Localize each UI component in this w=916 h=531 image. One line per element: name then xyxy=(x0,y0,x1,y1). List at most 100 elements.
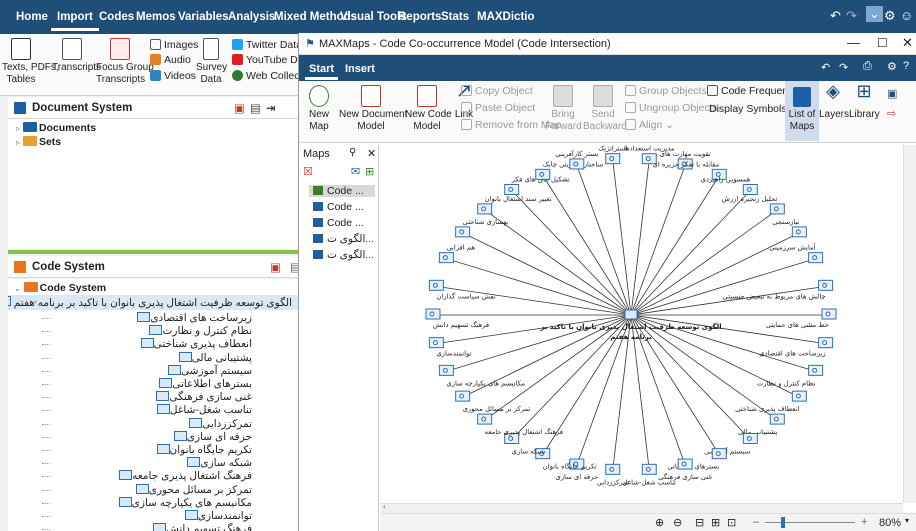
code-item[interactable]: نظام کنترل و نظارت xyxy=(42,325,252,337)
tree-item-parent-code[interactable]: ⌄ الگوی توسعه ظرفیت اشتغال پذیری بانوان … xyxy=(8,295,298,310)
code-item[interactable]: فرهنگ تسهیم دانش xyxy=(42,523,252,531)
map-link-line[interactable] xyxy=(630,258,816,316)
ungroup-objects-button[interactable]: Ungroup Objects xyxy=(625,102,718,114)
tree-item-sets[interactable]: ▹ Sets xyxy=(16,136,61,148)
undo-icon[interactable]: ↶ xyxy=(821,61,830,74)
map-list-item[interactable]: الگوی ت... xyxy=(313,249,374,261)
expand-icon[interactable]: ▹ xyxy=(16,138,20,147)
menu-variables[interactable]: Variables xyxy=(178,11,229,23)
menu-codes[interactable]: Codes xyxy=(99,11,134,23)
map-node-icon[interactable] xyxy=(455,390,471,402)
twitter-button[interactable]: Twitter Data xyxy=(232,39,302,51)
map-node-icon[interactable] xyxy=(742,184,758,196)
map-link-line[interactable] xyxy=(446,258,632,316)
paste-object-button[interactable]: Paste Object xyxy=(461,102,535,114)
map-list-item[interactable]: الگوی ت... xyxy=(313,233,374,245)
print-icon[interactable]: ⎙ xyxy=(863,60,872,73)
document-toolbar-icon[interactable]: ▣ xyxy=(234,101,245,115)
map-node-icon[interactable] xyxy=(428,279,444,291)
actual-size-icon[interactable]: ⊡ xyxy=(727,516,736,529)
map-node-icon[interactable] xyxy=(791,390,807,402)
layers-button[interactable]: ◈ Layers xyxy=(819,82,849,121)
settings-icon[interactable]: ⚙ xyxy=(887,60,897,73)
map-node-icon[interactable] xyxy=(438,252,454,264)
texts-pdfs-button[interactable]: Texts, PDFs, Tables xyxy=(2,38,59,86)
map-node-icon[interactable] xyxy=(605,463,621,475)
menu-import[interactable]: Import xyxy=(51,11,99,31)
code-item[interactable]: تناسب شغل-شاغل xyxy=(42,404,252,416)
new-document-model-button[interactable]: New Document Model xyxy=(339,85,407,133)
menu-analysis[interactable]: Analysis xyxy=(228,11,275,23)
map-node-icon[interactable] xyxy=(677,458,693,470)
copy-object-button[interactable]: Copy Object xyxy=(461,85,533,97)
zoom-out-small-icon[interactable]: – xyxy=(753,516,759,528)
zoom-dropdown-icon[interactable]: ▾ xyxy=(905,516,909,525)
bring-forward-button[interactable]: Bring Forward xyxy=(545,85,582,133)
import-toolbar-icon[interactable]: ⇥ xyxy=(266,101,276,115)
audio-button[interactable]: Audio xyxy=(150,54,191,66)
code-item[interactable]: حرفه ای سازی xyxy=(42,430,252,443)
map-link-line[interactable] xyxy=(542,175,632,316)
images-button[interactable]: Images xyxy=(150,39,198,51)
align-button[interactable]: Align ⌄ xyxy=(625,119,674,131)
menu-home[interactable]: Home xyxy=(16,11,48,23)
code-item[interactable]: فرهنگ اشتغال پذیری جامعه xyxy=(42,470,252,482)
menu-stats[interactable]: Stats xyxy=(441,11,469,23)
minimize-icon[interactable]: — xyxy=(847,35,860,50)
close-panel-icon[interactable]: ✕ xyxy=(367,147,376,160)
transcripts-button[interactable]: Transcripts xyxy=(52,38,101,74)
map-node-icon[interactable] xyxy=(742,432,758,444)
menu-reports[interactable]: Reports xyxy=(398,11,441,23)
menu-maxdictio[interactable]: MAXDictio xyxy=(477,11,535,23)
new-code-model-button[interactable]: New Code Model xyxy=(405,85,452,133)
tab-start[interactable]: Start xyxy=(304,63,339,80)
map-node-icon[interactable] xyxy=(769,413,785,425)
map-node-icon[interactable] xyxy=(504,184,520,196)
save-image-icon[interactable]: ▣ xyxy=(887,87,897,100)
map-node-icon[interactable] xyxy=(769,203,785,215)
code-item[interactable]: بسترهای اطلاعاتی xyxy=(42,378,252,390)
horizontal-scrollbar[interactable]: ‹ xyxy=(381,502,903,513)
redo-icon[interactable]: ↷ xyxy=(839,61,848,74)
gear-icon[interactable]: ⚙ xyxy=(884,8,896,24)
dropdown-icon[interactable]: ⌄ xyxy=(866,6,883,22)
code-item[interactable]: تمرکز بر مسائل محوری xyxy=(42,483,252,496)
map-node-icon[interactable] xyxy=(605,153,621,165)
add-map-icon[interactable]: ⊞ xyxy=(365,165,374,178)
library-button[interactable]: ⊞ Library xyxy=(849,82,880,121)
delete-map-icon[interactable]: ☒ xyxy=(303,165,313,178)
map-node-icon[interactable] xyxy=(428,337,444,349)
map-node-icon[interactable] xyxy=(477,413,493,425)
survey-data-button[interactable]: Survey Data xyxy=(196,38,227,86)
code-item[interactable]: پشتیبانی مالی xyxy=(42,351,252,364)
comment-icon[interactable]: ✉ xyxy=(351,165,360,178)
zoom-in-small-icon[interactable]: + xyxy=(861,516,867,528)
code-item[interactable]: توانمندسازی xyxy=(42,510,252,522)
fit-page-icon[interactable]: ⊞ xyxy=(711,516,720,529)
redo-icon[interactable]: ↷ xyxy=(846,8,857,24)
expand-icon[interactable]: ▹ xyxy=(16,124,20,133)
map-node-icon[interactable] xyxy=(808,252,824,264)
tree-item-code-system-root[interactable]: ⌄ Code System xyxy=(14,282,106,294)
map-canvas[interactable]: الگوی توسعه ظرفیت اشتغال پذیری بانوان با… xyxy=(381,145,916,513)
send-backward-button[interactable]: Send Backward xyxy=(583,85,627,133)
new-code-icon[interactable]: ▣ xyxy=(270,260,281,274)
map-node-icon[interactable] xyxy=(821,308,837,320)
list-of-maps-button[interactable]: List of Maps xyxy=(785,81,819,141)
map-list-item[interactable]: Code ... xyxy=(313,201,364,213)
map-diagram[interactable]: الگوی توسعه ظرفیت اشتغال پذیری بانوان با… xyxy=(381,145,903,503)
center-node-icon[interactable] xyxy=(624,309,638,320)
map-node-icon[interactable] xyxy=(711,448,727,460)
tab-insert[interactable]: Insert xyxy=(345,63,375,75)
code-item[interactable]: تمرکززدایی xyxy=(42,417,252,430)
map-node-icon[interactable] xyxy=(569,158,585,170)
map-node-icon[interactable] xyxy=(818,279,834,291)
code-item[interactable]: انعطاف پذیری شناختی xyxy=(42,338,252,350)
map-node-icon[interactable] xyxy=(818,337,834,349)
new-map-button[interactable]: New Map xyxy=(303,85,335,133)
pin-icon[interactable]: ⚲ xyxy=(349,147,356,158)
map-node-icon[interactable] xyxy=(641,463,657,475)
videos-button[interactable]: Videos xyxy=(150,70,196,82)
map-node-icon[interactable] xyxy=(455,226,471,238)
maximize-icon[interactable]: ☐ xyxy=(877,36,888,50)
